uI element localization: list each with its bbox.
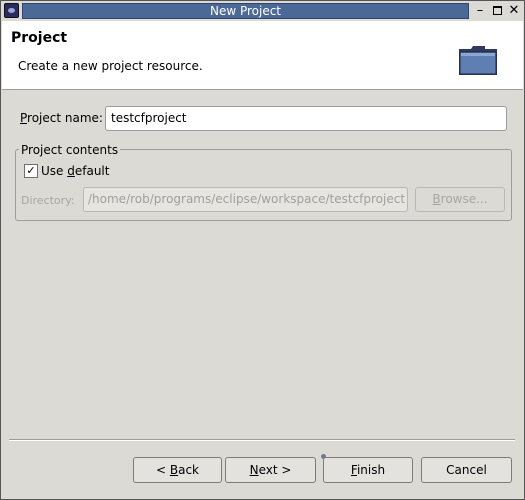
minimize-button[interactable]: – <box>472 2 488 19</box>
back-label-mnemonic: B <box>169 463 179 477</box>
use-default-label-mnemonic: d <box>67 164 75 178</box>
back-label-rest: ack <box>178 463 199 477</box>
new-project-dialog: New Project – ✕ Project Create a new pro… <box>0 0 525 500</box>
browse-label-rest: rowse... <box>440 192 488 206</box>
maximize-icon <box>492 6 502 15</box>
next-button[interactable]: Next > <box>225 457 316 483</box>
title-bar[interactable]: New Project – ✕ <box>1 1 524 21</box>
maximize-button[interactable] <box>489 2 505 19</box>
use-default-label[interactable]: Use default <box>41 164 109 178</box>
window-title: New Project <box>22 3 469 19</box>
back-label-prefix: < <box>155 463 170 477</box>
eclipse-app-icon[interactable] <box>4 3 19 18</box>
use-default-label-prefix: Use <box>41 164 68 178</box>
finish-label-rest: inish <box>356 463 386 477</box>
wizard-banner: Project Create a new project resource. <box>2 21 523 90</box>
next-label-mnemonic: N <box>249 463 259 477</box>
finish-button[interactable]: Finish <box>323 457 413 483</box>
close-button[interactable]: ✕ <box>506 2 522 19</box>
project-contents-group-title: Project contents <box>19 143 121 157</box>
project-name-label: Project name: <box>20 111 103 125</box>
page-title: Project <box>11 30 68 46</box>
browse-button: Browse... <box>415 187 505 212</box>
button-bar-separator <box>9 439 515 441</box>
next-label-rest: ext > <box>258 463 292 477</box>
use-default-checkbox[interactable]: ✓ <box>24 164 38 178</box>
back-button[interactable]: < Back <box>133 457 222 483</box>
project-name-label-mnemonic: P <box>20 111 28 125</box>
page-description: Create a new project resource. <box>18 59 203 73</box>
project-name-label-text: roject name: <box>27 111 103 125</box>
directory-label: Directory: <box>21 194 75 207</box>
cancel-button[interactable]: Cancel <box>421 457 512 483</box>
project-name-input[interactable]: testcfproject <box>105 106 507 131</box>
use-default-label-rest: efault <box>74 164 110 178</box>
directory-input: /home/rob/programs/eclipse/workspace/tes… <box>83 187 408 212</box>
folder-icon <box>459 46 497 75</box>
browse-label-mnemonic: B <box>432 192 441 206</box>
